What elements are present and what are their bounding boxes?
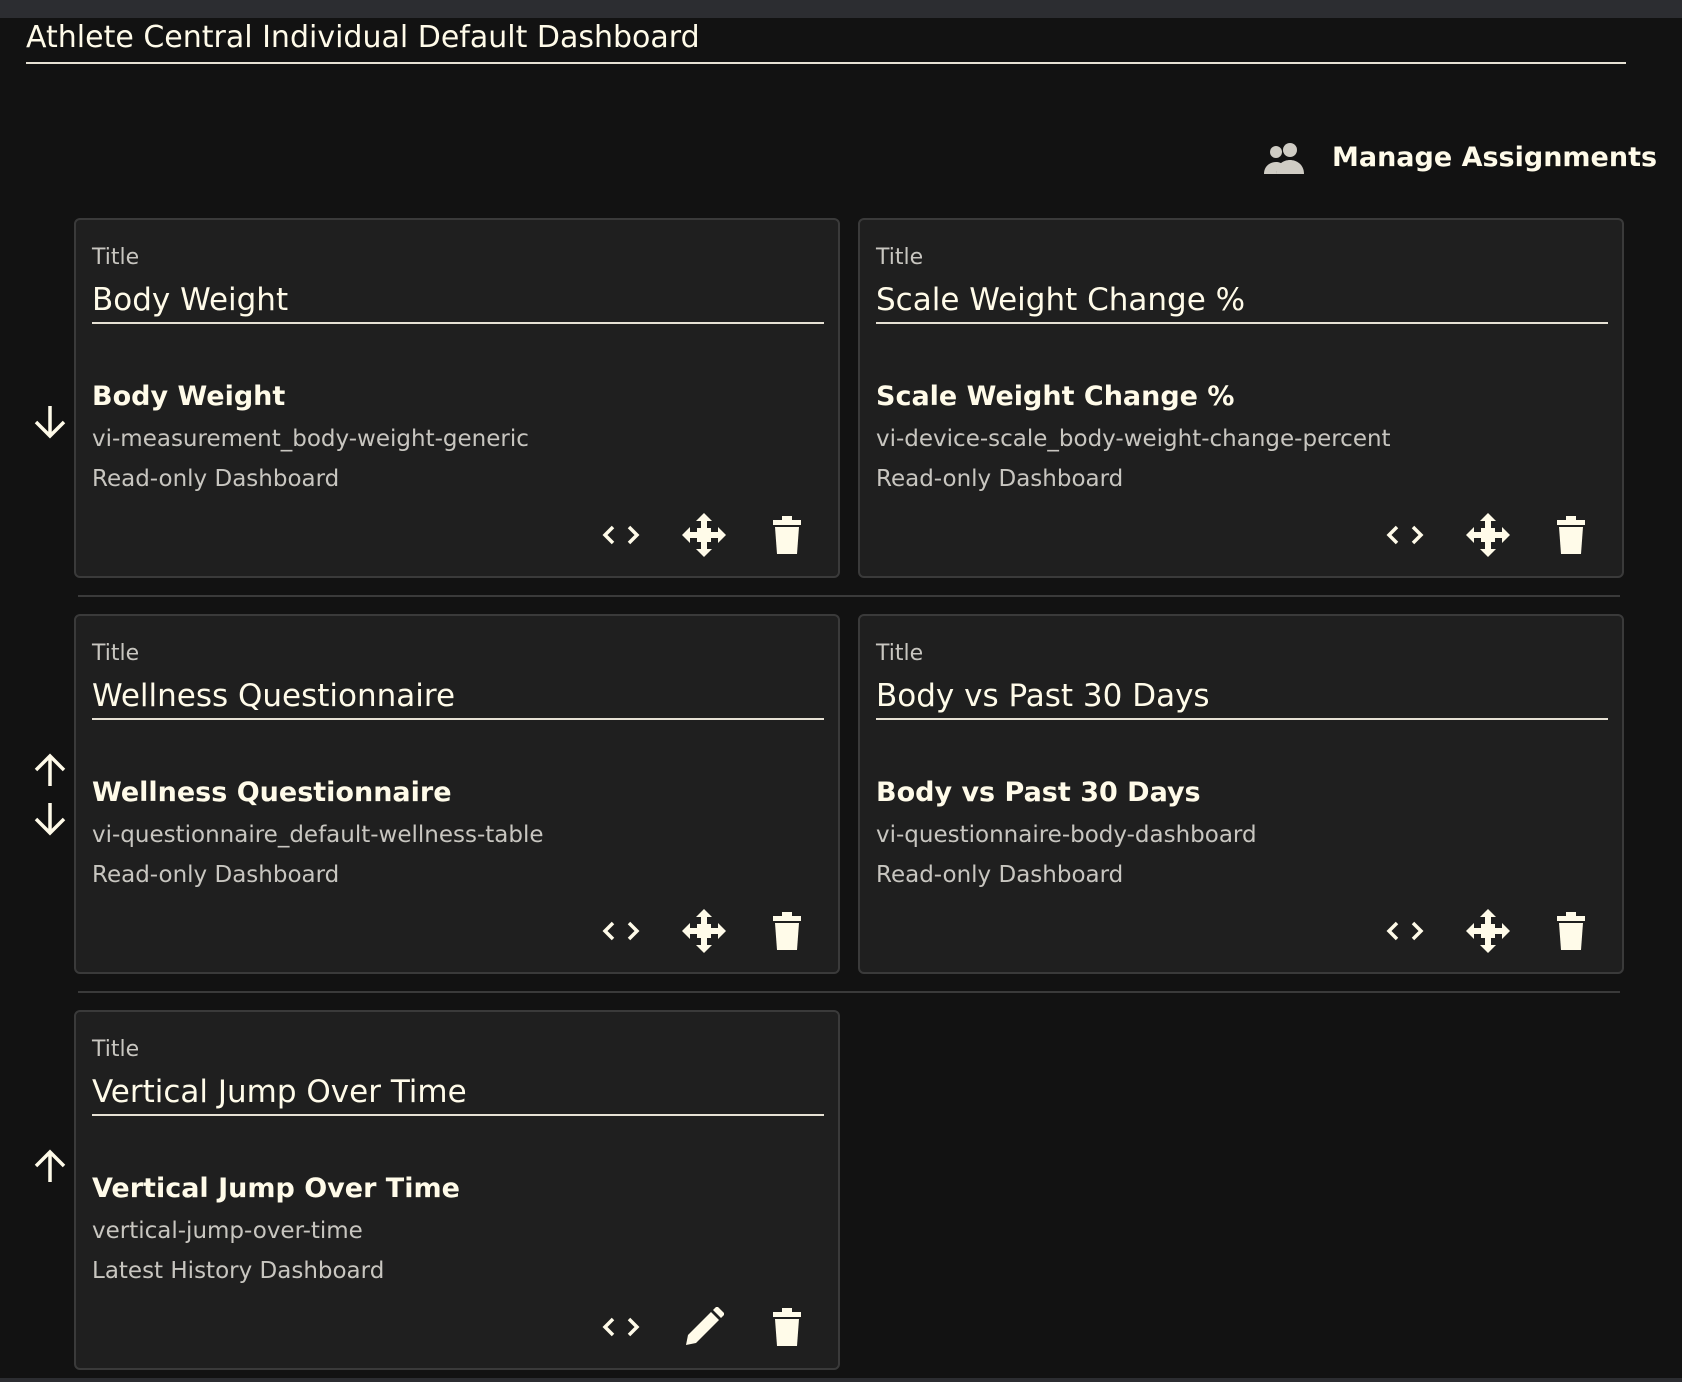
- trash-icon: [1557, 912, 1585, 950]
- manage-assignments-button[interactable]: Manage Assignments: [1262, 140, 1657, 176]
- widget-name: Wellness Questionnaire: [92, 777, 452, 808]
- widget-type: Read-only Dashboard: [876, 466, 1124, 492]
- move-button[interactable]: [679, 510, 729, 560]
- code-button[interactable]: [596, 1302, 646, 1352]
- widget-name: Body Weight: [92, 381, 286, 412]
- delete-button[interactable]: [762, 1302, 812, 1352]
- widget-card: Title Wellness Questionnaire Wellness Qu…: [74, 614, 840, 974]
- widget-actions: [596, 1302, 812, 1352]
- widget-card: Title Scale Weight Change % Scale Weight…: [858, 218, 1624, 578]
- move-icon: [682, 513, 726, 557]
- move-icon: [682, 909, 726, 953]
- manage-assignments-label: Manage Assignments: [1332, 142, 1658, 173]
- title-field-label: Title: [876, 641, 924, 666]
- bottom-bar: [0, 1378, 1682, 1382]
- code-icon: [1386, 525, 1424, 545]
- delete-button[interactable]: [1546, 906, 1596, 956]
- trash-icon: [773, 1308, 801, 1346]
- move-button[interactable]: [679, 906, 729, 956]
- row-divider: [78, 991, 1620, 993]
- code-icon: [1386, 921, 1424, 941]
- title-field-label: Title: [92, 245, 140, 270]
- pencil-icon: [686, 1307, 724, 1345]
- move-row-up-arrow-icon[interactable]: [30, 750, 70, 790]
- move-row-up-arrow-icon[interactable]: [30, 1146, 70, 1186]
- title-field-label: Title: [92, 1037, 140, 1062]
- widget-slug: vi-measurement_body-weight-generic: [92, 426, 529, 452]
- move-row-down-arrow-icon[interactable]: [30, 799, 70, 839]
- delete-button[interactable]: [762, 906, 812, 956]
- widget-card: Title Body vs Past 30 Days Body vs Past …: [858, 614, 1624, 974]
- edit-button[interactable]: [679, 1302, 729, 1352]
- code-button[interactable]: [596, 510, 646, 560]
- title-input[interactable]: Vertical Jump Over Time: [92, 1072, 824, 1116]
- widget-slug: vi-device-scale_body-weight-change-perce…: [876, 426, 1391, 452]
- widget-card: Title Vertical Jump Over Time Vertical J…: [74, 1010, 840, 1370]
- code-icon: [602, 921, 640, 941]
- widget-name: Vertical Jump Over Time: [92, 1173, 460, 1204]
- code-button[interactable]: [1380, 510, 1430, 560]
- row-divider: [78, 595, 1620, 597]
- widget-type: Read-only Dashboard: [92, 466, 340, 492]
- delete-button[interactable]: [762, 510, 812, 560]
- move-button[interactable]: [1463, 510, 1513, 560]
- move-row-down-arrow-icon[interactable]: [30, 402, 70, 442]
- widget-type: Latest History Dashboard: [92, 1258, 385, 1284]
- trash-icon: [1557, 516, 1585, 554]
- delete-button[interactable]: [1546, 510, 1596, 560]
- trash-icon: [773, 912, 801, 950]
- page-title: Athlete Central Individual Default Dashb…: [26, 18, 1626, 64]
- widget-slug: vi-questionnaire_default-wellness-table: [92, 822, 544, 848]
- title-input[interactable]: Body vs Past 30 Days: [876, 676, 1608, 720]
- title-input[interactable]: Body Weight: [92, 280, 824, 324]
- widget-name: Scale Weight Change %: [876, 381, 1235, 412]
- widget-actions: [1380, 906, 1596, 956]
- title-input[interactable]: Scale Weight Change %: [876, 280, 1608, 324]
- title-input[interactable]: Wellness Questionnaire: [92, 676, 824, 720]
- code-button[interactable]: [1380, 906, 1430, 956]
- widget-slug: vi-questionnaire-body-dashboard: [876, 822, 1257, 848]
- people-icon: [1262, 140, 1308, 176]
- widget-slug: vertical-jump-over-time: [92, 1218, 363, 1244]
- widget-type: Read-only Dashboard: [92, 862, 340, 888]
- widget-type: Read-only Dashboard: [876, 862, 1124, 888]
- title-field-label: Title: [92, 641, 140, 666]
- code-icon: [602, 1317, 640, 1337]
- move-icon: [1466, 513, 1510, 557]
- move-icon: [1466, 909, 1510, 953]
- code-icon: [602, 525, 640, 545]
- widget-actions: [596, 510, 812, 560]
- move-button[interactable]: [1463, 906, 1513, 956]
- widget-name: Body vs Past 30 Days: [876, 777, 1201, 808]
- widget-actions: [596, 906, 812, 956]
- code-button[interactable]: [596, 906, 646, 956]
- widget-actions: [1380, 510, 1596, 560]
- widget-card: Title Body Weight Body Weight vi-measure…: [74, 218, 840, 578]
- title-field-label: Title: [876, 245, 924, 270]
- top-app-bar: [0, 0, 1682, 18]
- trash-icon: [773, 516, 801, 554]
